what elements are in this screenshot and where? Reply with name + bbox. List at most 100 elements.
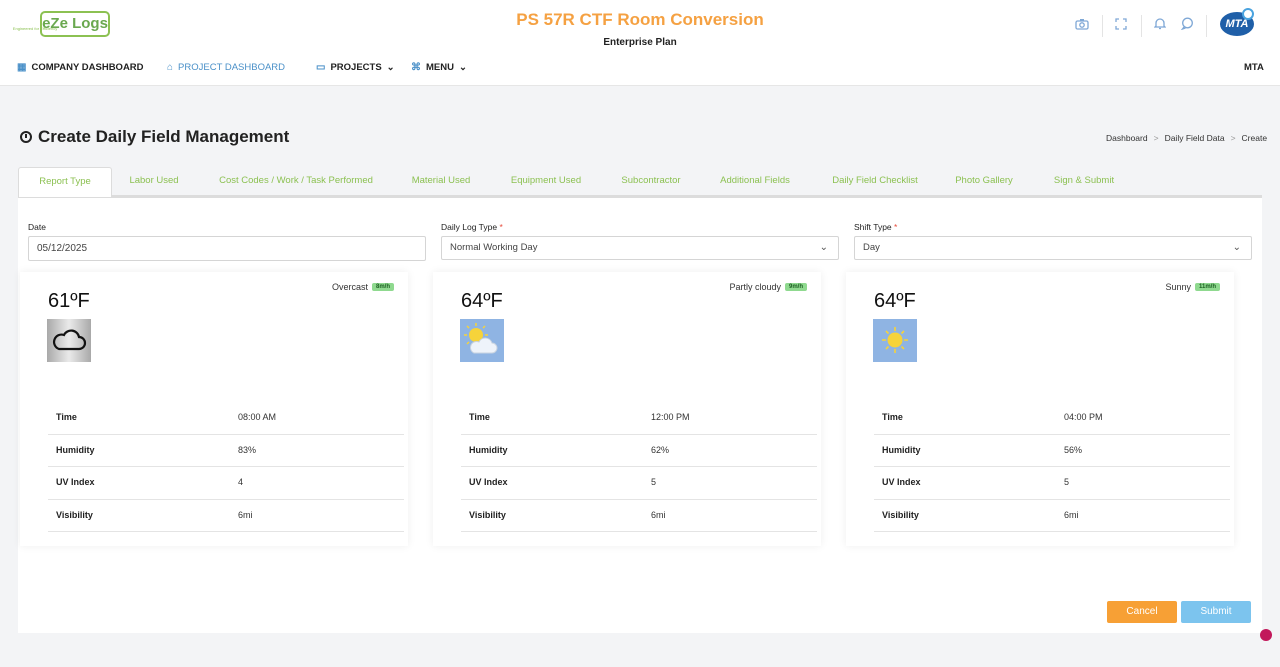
nav-user-label[interactable]: MTA [1244, 62, 1264, 73]
command-icon: ⌘ [411, 61, 421, 73]
chat-icon[interactable] [1178, 17, 1196, 35]
nav-label: PROJECT DASHBOARD [178, 61, 286, 73]
log-type-value: Normal Working Day [450, 242, 538, 253]
detail-value: 4 [238, 477, 244, 487]
detail-row-humidity: Humidity 83% [48, 435, 404, 467]
detail-row-visibility: Visibility 6mi [48, 500, 404, 532]
tab-equipment-used[interactable]: Equipment Used [506, 167, 586, 196]
shift-type-value: Day [863, 242, 880, 253]
tab-report-type[interactable]: Report Type [18, 167, 112, 197]
detail-row-time: Time 04:00 PM [874, 402, 1230, 435]
weather-details: Time 12:00 PM Humidity 62% UV Index 5 Visib… [461, 402, 817, 532]
detail-key: UV Index [56, 477, 95, 487]
detail-row-humidity: Humidity 56% [874, 435, 1230, 467]
detail-key: Humidity [469, 444, 508, 455]
breadcrumb-create: Create [1241, 133, 1268, 143]
chevron-down-icon: ⌄ [386, 61, 395, 73]
temperature: 64ºF [874, 290, 916, 312]
detail-key: Visibility [469, 509, 506, 520]
fullscreen-icon[interactable] [1112, 17, 1130, 35]
tab-cost-codes[interactable]: Cost Codes / Work / Task Performed [216, 167, 376, 196]
nav-projects[interactable]: ▭ PROJECTS ⌄ [316, 60, 395, 74]
page-title: Create Daily Field Management [20, 127, 289, 147]
detail-row-visibility: Visibility 6mi [874, 500, 1230, 532]
home-icon: ⌂ [167, 61, 174, 73]
help-widget-icon[interactable] [1260, 629, 1272, 641]
detail-key: Visibility [882, 509, 919, 520]
building-icon: ▦ [17, 61, 27, 73]
tab-photo-gallery[interactable]: Photo Gallery [952, 167, 1016, 196]
detail-key: Time [469, 412, 490, 422]
bell-icon[interactable] [1151, 17, 1169, 35]
log-type-select[interactable]: Normal Working Day ⌄ [441, 236, 839, 260]
toolbar-divider [1102, 15, 1103, 37]
chevron-down-icon: ⌄ [1232, 242, 1241, 253]
required-mark: * [499, 222, 503, 232]
temperature: 64ºF [461, 290, 503, 312]
breadcrumb-separator: > [1153, 133, 1159, 143]
tab-labor-used[interactable]: Labor Used [124, 167, 184, 196]
weather-details: Time 04:00 PM Humidity 56% UV Index 5 Visib… [874, 402, 1230, 532]
temperature: 61ºF [48, 290, 90, 312]
nav-label: PROJECTS [330, 61, 382, 73]
shift-type-label-text: Shift Type [854, 222, 892, 232]
detail-key: UV Index [882, 477, 921, 487]
detail-value: 08:00 AM [238, 412, 277, 422]
detail-row-uv-index: UV Index 4 [48, 467, 404, 500]
breadcrumb-daily-field-data[interactable]: Daily Field Data [1165, 133, 1225, 143]
detail-key: Humidity [882, 444, 921, 455]
nav-label: COMPANY DASHBOARD [31, 61, 144, 73]
cloud-icon [47, 319, 91, 362]
tab-subcontractor[interactable]: Subcontractor [618, 167, 684, 196]
tab-daily-field-checklist[interactable]: Daily Field Checklist [826, 167, 924, 196]
detail-row-time: Time 08:00 AM [48, 402, 404, 435]
weather-card: Sunny 11m/h 64ºF Time 04:00 PM Humidity 56… [846, 272, 1234, 546]
detail-value: 83% [238, 444, 257, 455]
camera-icon[interactable] [1073, 17, 1091, 35]
required-mark: * [894, 222, 898, 232]
shift-type-select[interactable]: Day ⌄ [854, 236, 1252, 260]
weather-details: Time 08:00 AM Humidity 83% UV Index 4 Visib… [48, 402, 404, 532]
breadcrumb-dashboard[interactable]: Dashboard [1106, 133, 1148, 143]
detail-key: Time [882, 412, 903, 422]
condition-label: Sunny [1165, 282, 1191, 292]
tab-bar: Report Type Labor Used Cost Codes / Work… [18, 167, 1262, 198]
tab-additional-fields[interactable]: Additional Fields [716, 167, 794, 196]
wind-badge: 9m/h [784, 283, 807, 291]
detail-row-visibility: Visibility 6mi [461, 500, 817, 532]
avatar-status-dot [1242, 8, 1254, 20]
detail-row-uv-index: UV Index 5 [461, 467, 817, 500]
detail-row-uv-index: UV Index 5 [874, 467, 1230, 500]
cancel-button[interactable]: Cancel [1107, 601, 1177, 623]
log-type-label-text: Daily Log Type [441, 222, 498, 232]
date-field[interactable]: 05/12/2025 [28, 236, 426, 261]
nav-company-dashboard[interactable]: ▦ COMPANY DASHBOARD [17, 60, 144, 74]
weather-card: Partly cloudy 9m/h 64ºF Time 12:00 PM Hum… [433, 272, 821, 546]
chevron-down-icon: ⌄ [458, 61, 467, 73]
condition-label: Overcast [331, 282, 368, 292]
detail-value: 5 [1064, 477, 1070, 487]
tab-sign-submit[interactable]: Sign & Submit [1048, 167, 1120, 196]
detail-value: 62% [651, 444, 670, 455]
detail-key: UV Index [469, 477, 508, 487]
top-bar: eZe Logs Engineered for Efficiency PS 57… [0, 0, 1280, 86]
date-label: Date [28, 222, 46, 232]
chevron-down-icon: ⌄ [819, 242, 828, 253]
toolbar-divider [1206, 15, 1207, 37]
wind-badge: 8m/h [371, 283, 394, 291]
detail-value: 6mi [651, 509, 666, 520]
page-title-text: Create Daily Field Management [38, 127, 290, 146]
detail-value: 5 [651, 477, 657, 487]
tab-material-used[interactable]: Material Used [408, 167, 474, 196]
toolbar-divider [1141, 15, 1142, 37]
clock-icon [20, 131, 32, 143]
partly-cloudy-icon [460, 319, 504, 362]
nav-menu[interactable]: ⌘ MENU ⌄ [411, 60, 467, 74]
monitor-icon: ▭ [316, 61, 326, 73]
detail-value: 6mi [238, 509, 253, 520]
nav-project-dashboard[interactable]: ⌂ PROJECT DASHBOARD [167, 60, 285, 74]
sun-icon [873, 319, 917, 362]
wind-badge: 11m/h [1194, 283, 1220, 291]
submit-button[interactable]: Submit [1181, 601, 1251, 623]
log-type-label: Daily Log Type * [441, 222, 503, 232]
